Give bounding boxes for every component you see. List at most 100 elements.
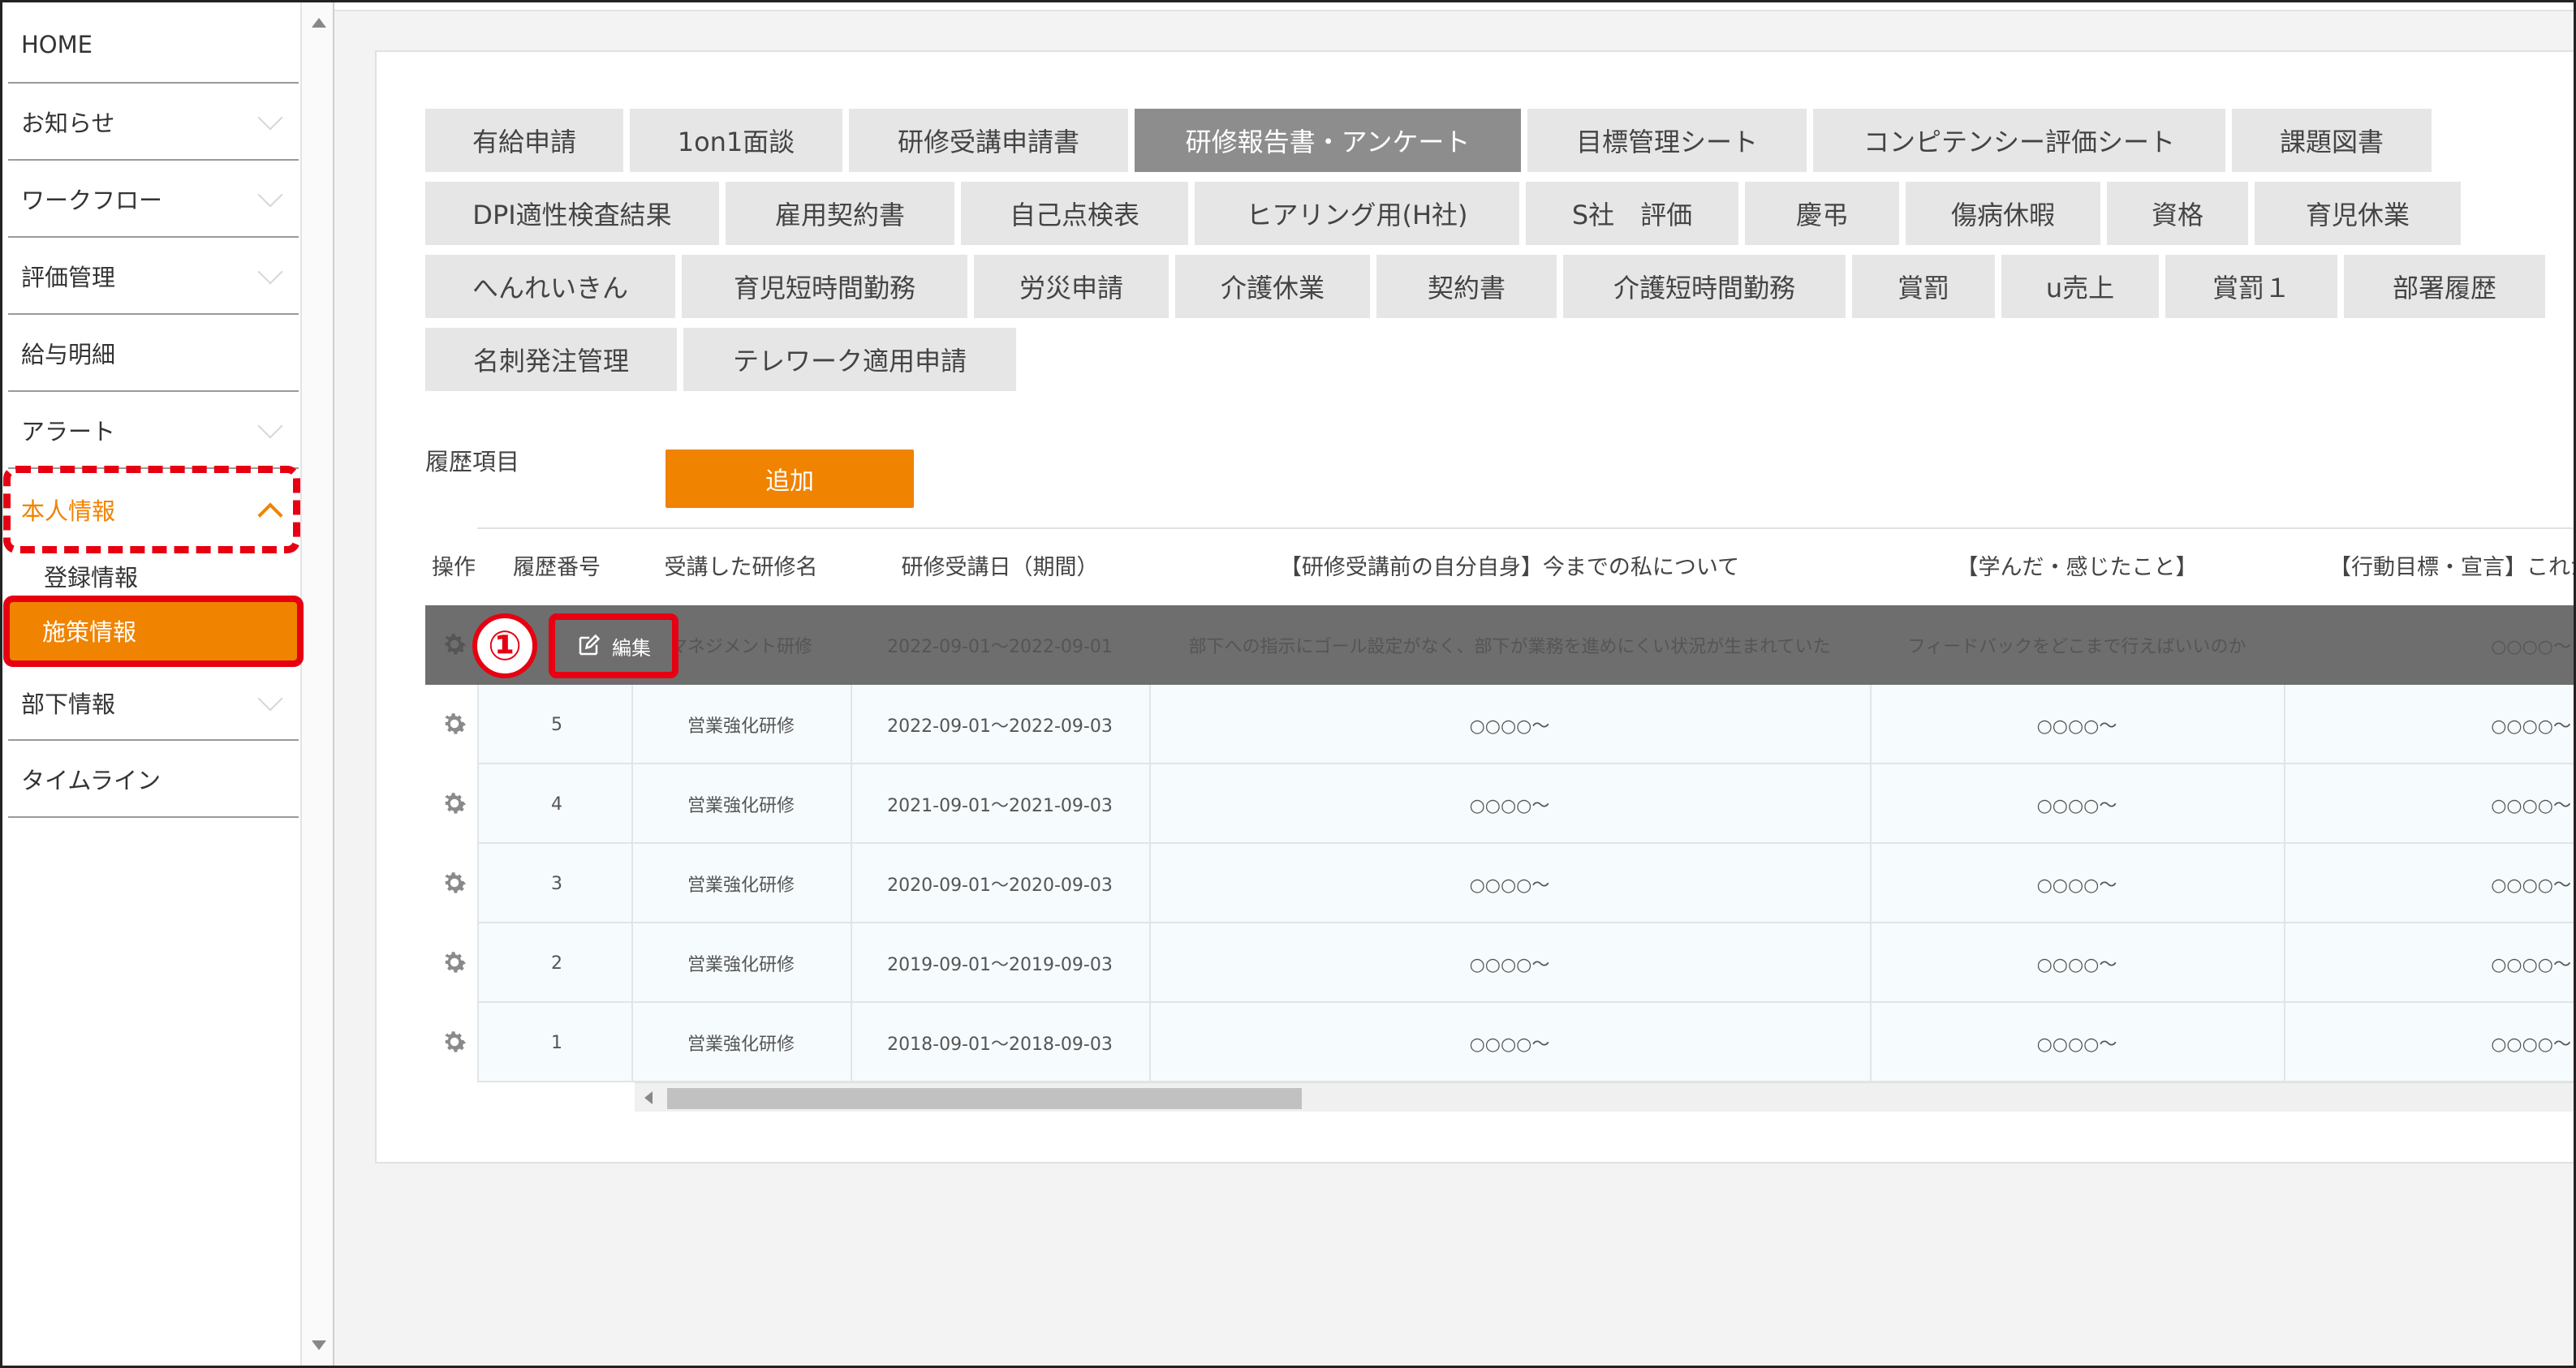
- tab-goal-sheet[interactable]: 目標管理シート: [1527, 109, 1807, 172]
- column-header-training-name: 受講した研修名: [664, 554, 818, 580]
- tab-henreikin[interactable]: へんれいきん: [425, 255, 675, 318]
- scroll-left-arrow-icon[interactable]: [644, 1091, 653, 1104]
- add-button[interactable]: 追加: [666, 450, 914, 508]
- cell-before-training: ○○○○～: [1469, 796, 1550, 816]
- cell-before-training: 部下への指示にゴール設定がなく、部下が業務を進めにくい状況が生まれていた: [1188, 637, 1831, 657]
- table-row[interactable]: 6 マネジメント研修 2022-09-01～2022-09-01 部下への指示に…: [477, 605, 2576, 685]
- column-header-before-training: 【研修受講前の自分自身】今までの私について: [1279, 554, 1740, 580]
- cell-action-goal: ○○○○～: [2491, 1035, 2571, 1055]
- edit-button[interactable]: 編集: [549, 613, 678, 678]
- cell-learned: ○○○○～: [2036, 875, 2117, 896]
- tab-telework[interactable]: テレワーク適用申請: [683, 328, 1016, 391]
- chevron-down-icon: [257, 104, 283, 131]
- sidebar-item-subordinate[interactable]: 部下情報: [8, 664, 299, 741]
- scroll-up-arrow-icon[interactable]: [312, 18, 326, 28]
- tab-condolence[interactable]: 慶弔: [1745, 182, 1899, 245]
- cell-action-goal: ○○○○～: [2491, 955, 2571, 975]
- sidebar-subitem-label: 登録情報: [44, 564, 139, 592]
- tab-contract[interactable]: 契約書: [1376, 255, 1557, 318]
- sidebar-item-evaluation[interactable]: 評価管理: [8, 238, 299, 315]
- sidebar-item-label: タイムライン: [21, 766, 161, 794]
- table-row[interactable]: 1 営業強化研修 2018-09-01～2018-09-03 ○○○○～ ○○○…: [477, 1003, 2576, 1082]
- tab-paid-leave[interactable]: 有給申請: [425, 109, 623, 172]
- gear-icon[interactable]: [440, 1027, 469, 1056]
- column-divider: [851, 685, 852, 1082]
- column-divider: [477, 685, 479, 1082]
- tab-work-accident[interactable]: 労災申請: [974, 255, 1169, 318]
- cell-training-period: 2022-09-01～2022-09-03: [887, 716, 1113, 737]
- gear-icon[interactable]: [440, 868, 469, 897]
- tab-sick-leave[interactable]: 傷病休暇: [1906, 182, 2100, 245]
- cell-action-goal: ○○○○～: [2491, 716, 2571, 737]
- cell-before-training: ○○○○～: [1469, 875, 1550, 896]
- sidebar-item-label: 給与明細: [21, 340, 116, 368]
- table-row[interactable]: 3 営業強化研修 2020-09-01～2020-09-03 ○○○○～ ○○○…: [477, 844, 2576, 923]
- gear-icon[interactable]: [440, 948, 469, 977]
- table-horizontal-scrollbar[interactable]: [635, 1082, 2576, 1112]
- sidebar-subitem-registration[interactable]: 登録情報: [44, 557, 138, 596]
- tab-qualification[interactable]: 資格: [2107, 182, 2248, 245]
- highlight-measures: [3, 596, 304, 667]
- cell-history-no: 1: [551, 1032, 562, 1053]
- top-bar: [334, 0, 2576, 11]
- sidebar-item-home[interactable]: HOME: [8, 6, 299, 84]
- tab-department-history[interactable]: 部署履歴: [2344, 255, 2545, 318]
- tab-1on1[interactable]: 1on1面談: [630, 109, 842, 172]
- sidebar-item-label: 評価管理: [21, 263, 116, 291]
- sidebar-item-alert[interactable]: アラート: [8, 392, 299, 469]
- chevron-down-icon: [257, 258, 283, 285]
- cell-training-name: 営業強化研修: [687, 955, 795, 975]
- tab-nursing-short[interactable]: 介護短時間勤務: [1563, 255, 1846, 318]
- tab-training-report[interactable]: 研修報告書・アンケート: [1135, 109, 1521, 172]
- highlight-dashed-personal: [3, 466, 300, 553]
- sidebar-item-label: アラート: [21, 417, 116, 445]
- tab-reward-punishment[interactable]: 賞罰: [1852, 255, 1995, 318]
- tab-self-check[interactable]: 自己点検表: [961, 182, 1188, 245]
- tab-business-card[interactable]: 名刺発注管理: [425, 328, 677, 391]
- column-header-training-period: 研修受講日（期間）: [901, 554, 1099, 580]
- sidebar-item-workflow[interactable]: ワークフロー: [8, 161, 299, 238]
- gear-icon[interactable]: [440, 630, 469, 659]
- column-divider: [1149, 685, 1151, 1082]
- cell-learned: フィードバックをどこまで行えばいいのか: [1907, 637, 2246, 657]
- cell-training-period: 2022-09-01～2022-09-01: [887, 637, 1113, 657]
- table-row[interactable]: 4 営業強化研修 2021-09-01～2021-09-03 ○○○○～ ○○○…: [477, 764, 2576, 844]
- cell-before-training: ○○○○～: [1469, 955, 1550, 975]
- column-divider: [1870, 685, 1872, 1082]
- tab-nursing-leave[interactable]: 介護休業: [1175, 255, 1370, 318]
- sidebar-item-timeline[interactable]: タイムライン: [8, 741, 299, 818]
- table-row[interactable]: 5 営業強化研修 2022-09-01～2022-09-03 ○○○○～ ○○○…: [477, 685, 2576, 764]
- tab-employment-contract[interactable]: 雇用契約書: [726, 182, 954, 245]
- sidebar-item-notice[interactable]: お知らせ: [8, 84, 299, 161]
- sidebar-item-label: ワークフロー: [21, 186, 163, 214]
- tab-competency[interactable]: コンピテンシー評価シート: [1813, 109, 2225, 172]
- cell-training-period: 2018-09-01～2018-09-03: [887, 1035, 1113, 1055]
- sidebar-item-label: お知らせ: [21, 109, 115, 137]
- cell-history-no: 2: [551, 953, 562, 974]
- column-header-history-no: 履歴番号: [513, 554, 601, 580]
- tab-reward-punishment-1[interactable]: 賞罰１: [2165, 255, 2337, 318]
- tab-training-application[interactable]: 研修受講申請書: [849, 109, 1128, 172]
- tab-s-evaluation[interactable]: S社 評価: [1526, 182, 1738, 245]
- tab-childcare-short[interactable]: 育児短時間勤務: [682, 255, 967, 318]
- cell-history-no: 3: [551, 873, 562, 894]
- cell-training-period: 2020-09-01～2020-09-03: [887, 875, 1113, 896]
- cell-history-no: 5: [551, 714, 562, 735]
- sidebar: HOME お知らせ ワークフロー 評価管理 給与明細 アラート 本人情報 登録情…: [0, 0, 300, 1368]
- table-row[interactable]: 2 営業強化研修 2019-09-01～2019-09-03 ○○○○～ ○○○…: [477, 923, 2576, 1003]
- tab-u-sales[interactable]: u売上: [2001, 255, 2159, 318]
- column-header-operation: 操作: [432, 554, 476, 580]
- tab-dpi[interactable]: DPI適性検査結果: [425, 182, 719, 245]
- scrollbar-thumb[interactable]: [667, 1088, 1302, 1109]
- gear-icon[interactable]: [440, 709, 469, 738]
- gear-icon[interactable]: [440, 789, 469, 818]
- cell-training-period: 2021-09-01～2021-09-03: [887, 796, 1113, 816]
- scroll-down-arrow-icon[interactable]: [312, 1340, 326, 1350]
- tab-childcare-leave[interactable]: 育児休業: [2255, 182, 2461, 245]
- chevron-down-icon: [257, 685, 283, 712]
- tab-hearing[interactable]: ヒアリング用(H社): [1195, 182, 1519, 245]
- sidebar-item-payslip[interactable]: 給与明細: [8, 315, 299, 392]
- cell-history-no: 4: [551, 794, 562, 815]
- sidebar-scrollbar[interactable]: [300, 0, 334, 1368]
- tab-assigned-books[interactable]: 課題図書: [2232, 109, 2432, 172]
